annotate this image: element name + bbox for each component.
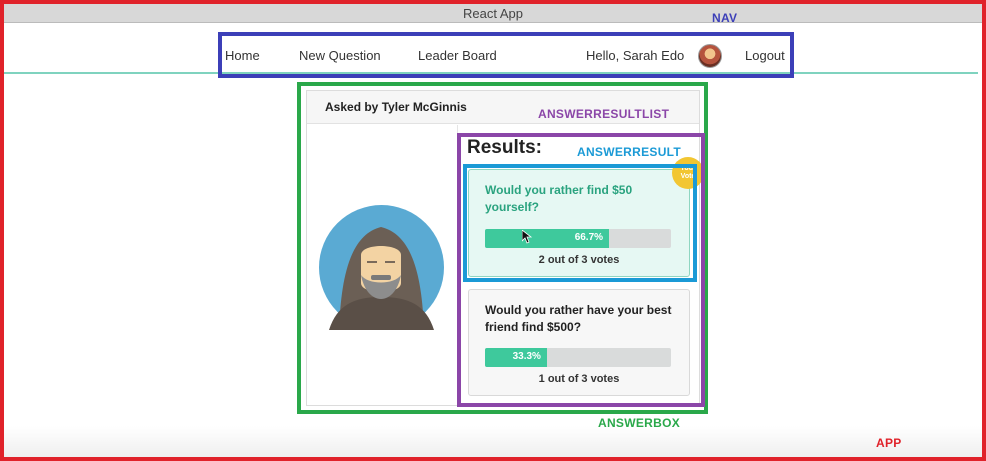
answerresult-annotation-label: ANSWERRESULT: [577, 145, 682, 159]
nav-annotation-box: [218, 32, 794, 78]
answerbox-annotation-label: ANSWERBOX: [598, 416, 681, 430]
window-title: React App: [463, 6, 523, 21]
answerresultlist-annotation-label: ANSWERRESULTLIST: [538, 107, 670, 121]
nav-annotation-label: NAV: [712, 11, 738, 25]
window-titlebar: React App: [4, 4, 982, 23]
answerresult-annotation-box: [463, 164, 697, 282]
page-bottom-shade: [4, 426, 982, 457]
app-annotation-label: APP: [876, 436, 902, 450]
